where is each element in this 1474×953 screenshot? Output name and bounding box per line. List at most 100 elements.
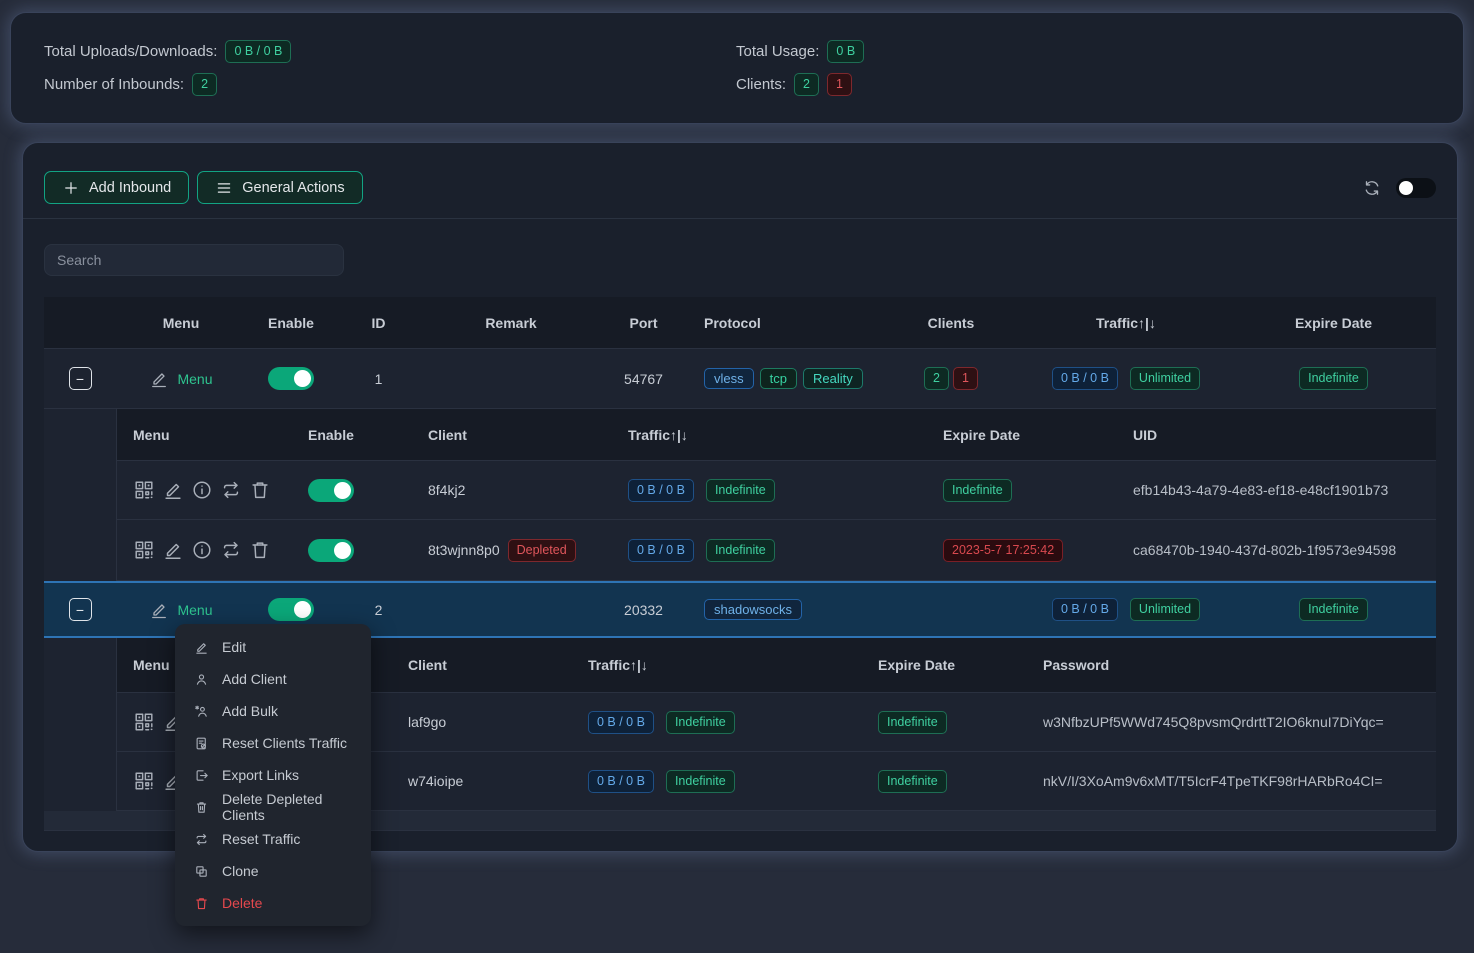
info-icon[interactable] bbox=[191, 539, 213, 561]
context-menu-item-reset-clients-traffic[interactable]: Reset Clients Traffic bbox=[175, 727, 371, 759]
client-uid: efb14b43-4a79-4e83-ef18-e48cf1901b73 bbox=[1117, 482, 1436, 498]
client-enable-toggle[interactable] bbox=[308, 479, 354, 502]
stat-value-badge: 2 bbox=[192, 73, 217, 96]
header-expire-date: Expire Date bbox=[862, 657, 1027, 673]
header-expire-date: Expire Date bbox=[1231, 315, 1436, 331]
stat-total-usage: Total Usage: 0 B bbox=[736, 40, 864, 63]
stat-value-badge: 0 B bbox=[827, 40, 864, 63]
traffic-badge: 0 B / 0 B bbox=[628, 479, 694, 502]
header-traffic-sort[interactable]: Traffic↑|↓ bbox=[1021, 315, 1231, 331]
inbounds-table-header: Menu Enable ID Remark Port Protocol Clie… bbox=[44, 297, 1436, 349]
client-password: nkV/I/3XoAm9v6xMT/T5IcrF4TpeTKF98rHARbRo… bbox=[1027, 773, 1436, 789]
client-row: 8t3wjnn8p0 Depleted 0 B / 0 B Indefinite… bbox=[117, 520, 1436, 581]
traffic-limit-badge: Indefinite bbox=[666, 711, 735, 734]
expire-badge: Indefinite bbox=[878, 711, 947, 734]
export-links-icon bbox=[194, 768, 209, 783]
client-table-1: Menu Enable Client Traffic↑|↓ Expire Dat… bbox=[44, 409, 1436, 581]
context-menu-item-export-links[interactable]: Export Links bbox=[175, 759, 371, 791]
client-uid: ca68470b-1940-437d-802b-1f9573e94598 bbox=[1117, 542, 1436, 558]
reset-clients-traffic-icon bbox=[194, 736, 209, 751]
add-bulk-icon bbox=[194, 704, 209, 719]
context-menu-item-edit[interactable]: Edit bbox=[175, 631, 371, 663]
traffic-badge: 0 B / 0 B bbox=[588, 711, 654, 734]
context-menu-item-add-bulk[interactable]: Add Bulk bbox=[175, 695, 371, 727]
collapse-row-button[interactable]: − bbox=[69, 598, 92, 621]
edit-pencil-icon[interactable] bbox=[162, 539, 184, 561]
inbound-menu-button[interactable]: Menu bbox=[149, 600, 212, 620]
traffic-limit-badge: Indefinite bbox=[706, 539, 775, 562]
inbound-row-1: − Menu 1 54767 vless tcp Reality 2 1 0 bbox=[44, 349, 1436, 409]
traffic-limit-badge: Indefinite bbox=[706, 479, 775, 502]
context-menu-item-delete-depleted-clients[interactable]: Delete Depleted Clients bbox=[175, 791, 371, 823]
edit-pencil-icon[interactable] bbox=[162, 479, 184, 501]
qrcode-icon[interactable] bbox=[133, 539, 155, 561]
inbound-enable-toggle[interactable] bbox=[268, 367, 314, 390]
traffic-limit-badge: Unlimited bbox=[1130, 367, 1200, 390]
client-name: 8t3wjnn8p0 bbox=[428, 542, 500, 558]
inbound-menu-button[interactable]: Menu bbox=[149, 369, 212, 389]
delete-icon bbox=[194, 896, 209, 911]
clone-icon bbox=[194, 864, 209, 879]
traffic-limit-badge: Unlimited bbox=[1130, 598, 1200, 621]
context-menu-item-add-client[interactable]: Add Client bbox=[175, 663, 371, 695]
inbound-enable-toggle[interactable] bbox=[268, 598, 314, 621]
header-client: Client bbox=[392, 657, 572, 673]
qrcode-icon[interactable] bbox=[133, 711, 155, 733]
stat-number-of-inbounds: Number of Inbounds: 2 bbox=[44, 73, 291, 96]
stat-label: Number of Inbounds: bbox=[44, 76, 184, 93]
reset-traffic-icon[interactable] bbox=[220, 539, 242, 561]
add-client-icon bbox=[194, 672, 209, 687]
header-protocol: Protocol bbox=[686, 315, 881, 331]
plus-icon bbox=[62, 179, 80, 197]
trash-icon[interactable] bbox=[249, 479, 271, 501]
header-menu: Menu bbox=[116, 315, 246, 331]
header-menu: Menu bbox=[117, 427, 292, 443]
header-expire-date: Expire Date bbox=[927, 427, 1117, 443]
header-traffic-sort[interactable]: Traffic↑|↓ bbox=[572, 657, 862, 673]
info-icon[interactable] bbox=[191, 479, 213, 501]
client-name: laf9go bbox=[392, 714, 572, 730]
transport-tag: tcp bbox=[760, 368, 797, 389]
traffic-badge: 0 B / 0 B bbox=[1052, 367, 1118, 390]
inbound-id: 1 bbox=[336, 371, 421, 387]
general-actions-label: General Actions bbox=[242, 180, 344, 196]
inbound-context-menu: Edit Add Client Add Bulk Reset Clients T… bbox=[175, 624, 371, 926]
qrcode-icon[interactable] bbox=[133, 479, 155, 501]
inbound-port: 54767 bbox=[601, 371, 686, 387]
reset-traffic-icon[interactable] bbox=[220, 479, 242, 501]
client-password: w3NfbzUPf5WWd745Q8pvsmQrdrttT2IO6knuI7Di… bbox=[1027, 714, 1436, 730]
header-traffic-sort[interactable]: Traffic↑|↓ bbox=[612, 427, 927, 443]
edit-pencil-icon bbox=[149, 600, 169, 620]
header-enable: Enable bbox=[246, 315, 336, 331]
qrcode-icon[interactable] bbox=[133, 770, 155, 792]
refresh-icon[interactable] bbox=[1362, 178, 1382, 198]
stat-label: Total Uploads/Downloads: bbox=[44, 43, 217, 60]
stat-clients: Clients: 2 1 bbox=[736, 73, 864, 96]
context-menu-item-clone[interactable]: Clone bbox=[175, 855, 371, 887]
expire-badge: Indefinite bbox=[1299, 598, 1368, 621]
expire-badge: Indefinite bbox=[878, 770, 947, 793]
traffic-limit-badge: Indefinite bbox=[666, 770, 735, 793]
client-enable-toggle[interactable] bbox=[308, 539, 354, 562]
collapse-row-button[interactable]: − bbox=[69, 367, 92, 390]
theme-toggle[interactable] bbox=[1396, 178, 1436, 198]
general-actions-button[interactable]: General Actions bbox=[197, 171, 362, 204]
header-clients: Clients bbox=[881, 315, 1021, 331]
context-menu-item-reset-traffic[interactable]: Reset Traffic bbox=[175, 823, 371, 855]
expire-badge: Indefinite bbox=[943, 479, 1012, 502]
context-menu-item-delete[interactable]: Delete bbox=[175, 887, 371, 919]
search-input[interactable] bbox=[44, 244, 344, 276]
clients-depleted-badge: 1 bbox=[827, 73, 852, 96]
trash-icon[interactable] bbox=[249, 539, 271, 561]
toolbar-divider bbox=[23, 218, 1457, 219]
menu-list-icon bbox=[215, 179, 233, 197]
add-inbound-button[interactable]: Add Inbound bbox=[44, 171, 189, 204]
expire-badge: Indefinite bbox=[1299, 367, 1368, 390]
inbound-port: 20332 bbox=[601, 602, 686, 618]
stat-total-uploads-downloads: Total Uploads/Downloads: 0 B / 0 B bbox=[44, 40, 291, 63]
header-remark: Remark bbox=[421, 315, 601, 331]
reset-traffic-icon bbox=[194, 832, 209, 847]
protocol-tag: vless bbox=[704, 368, 754, 389]
traffic-badge: 0 B / 0 B bbox=[588, 770, 654, 793]
client-name: w74ioipe bbox=[392, 773, 572, 789]
